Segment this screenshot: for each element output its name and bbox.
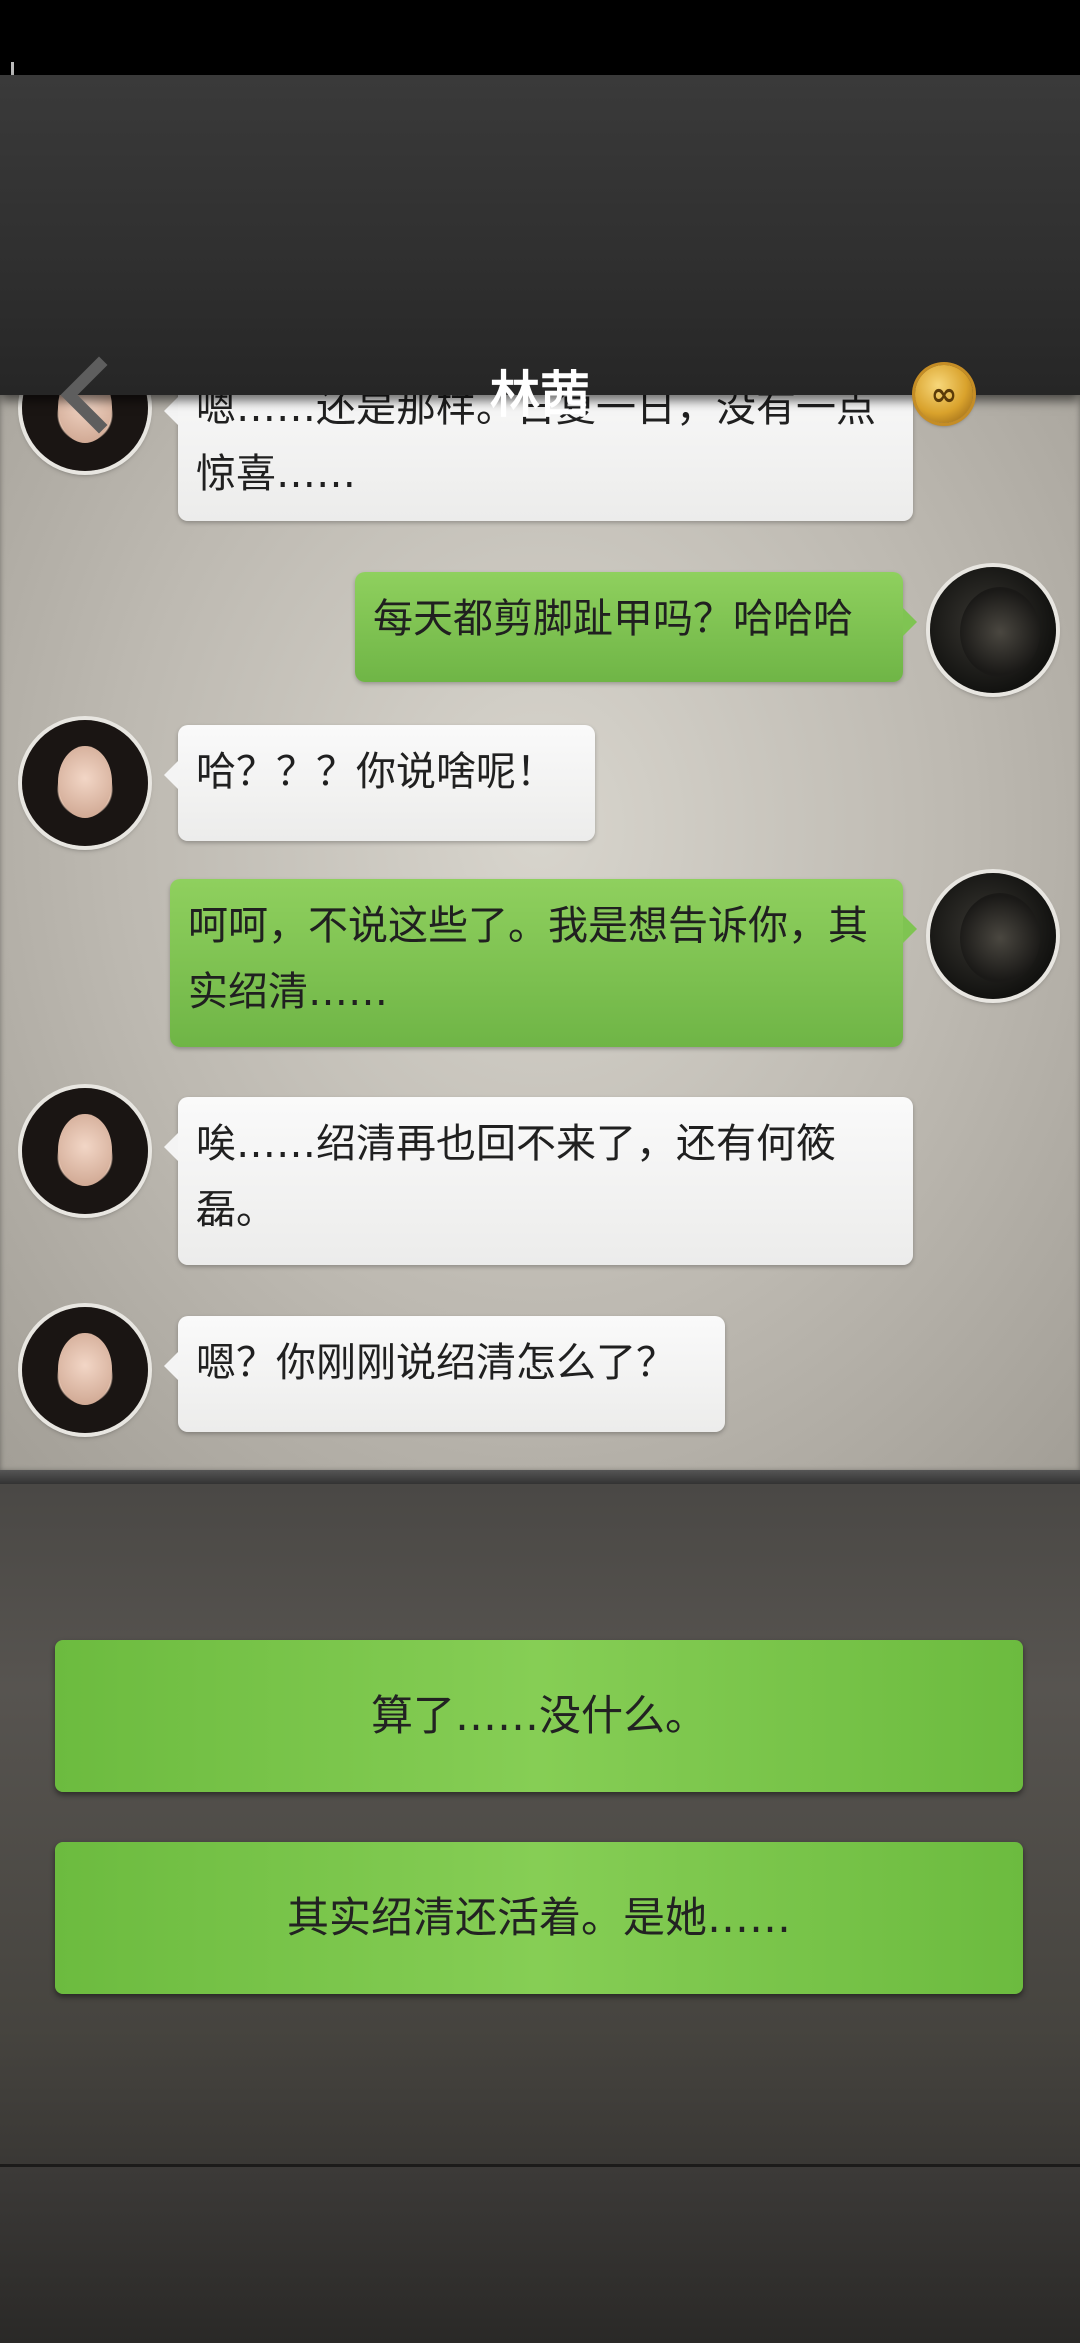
incoming-message-bubble: 唉……绍清再也回不来了，还有何筱磊。 <box>164 1097 913 1265</box>
choice-button[interactable]: 算了……没什么。 <box>55 1640 1023 1792</box>
outgoing-message-bubble: 每天都剪脚趾甲吗？哈哈哈 <box>355 572 917 682</box>
message-text: 唉……绍清再也回不来了，还有何筱磊。 <box>196 1121 836 1233</box>
status-bar <box>0 0 1080 147</box>
incoming-message-bubble: 哈？？？你说啥呢！ <box>164 725 595 841</box>
coin-button[interactable]: ∞ <box>915 365 973 423</box>
choice-button[interactable]: 其实绍清还活着。是她…… <box>55 1842 1023 1994</box>
contact-avatar[interactable] <box>22 720 148 846</box>
outgoing-message-bubble: 呵呵，不说这些了。我是想告诉你，其实绍清…… <box>170 879 917 1047</box>
bottom-bar <box>0 2164 1080 2343</box>
choice-panel: 算了……没什么。 其实绍清还活着。是她…… <box>0 1484 1080 2164</box>
player-avatar[interactable] <box>930 567 1056 693</box>
chat-message-list[interactable]: 嗯……还是那样。日复一日，没有一点惊喜…… 每天都剪脚趾甲吗？哈哈哈 哈？？？你… <box>0 395 1080 1475</box>
incoming-message-bubble: 嗯？你刚刚说绍清怎么了？ <box>164 1316 725 1432</box>
choice-label: 其实绍清还活着。是她…… <box>286 1893 791 1942</box>
chat-header: 林茜 ∞ <box>0 75 1080 434</box>
choice-label: 算了……没什么。 <box>370 1691 707 1740</box>
contact-avatar[interactable] <box>22 1307 148 1433</box>
message-text: 嗯？你刚刚说绍清怎么了？ <box>196 1340 676 1386</box>
back-button[interactable] <box>55 355 115 435</box>
chevron-left-icon <box>60 356 108 434</box>
player-avatar[interactable] <box>930 873 1056 999</box>
contact-avatar[interactable] <box>22 1088 148 1214</box>
panel-divider <box>0 1470 1080 1484</box>
message-text: 每天都剪脚趾甲吗？哈哈哈 <box>373 596 853 642</box>
page-title: 林茜 <box>490 365 590 424</box>
gold-coin-infinity-icon: ∞ <box>930 375 958 413</box>
message-text: 哈？？？你说啥呢！ <box>196 749 556 795</box>
message-text: 呵呵，不说这些了。我是想告诉你，其实绍清…… <box>188 903 868 1015</box>
